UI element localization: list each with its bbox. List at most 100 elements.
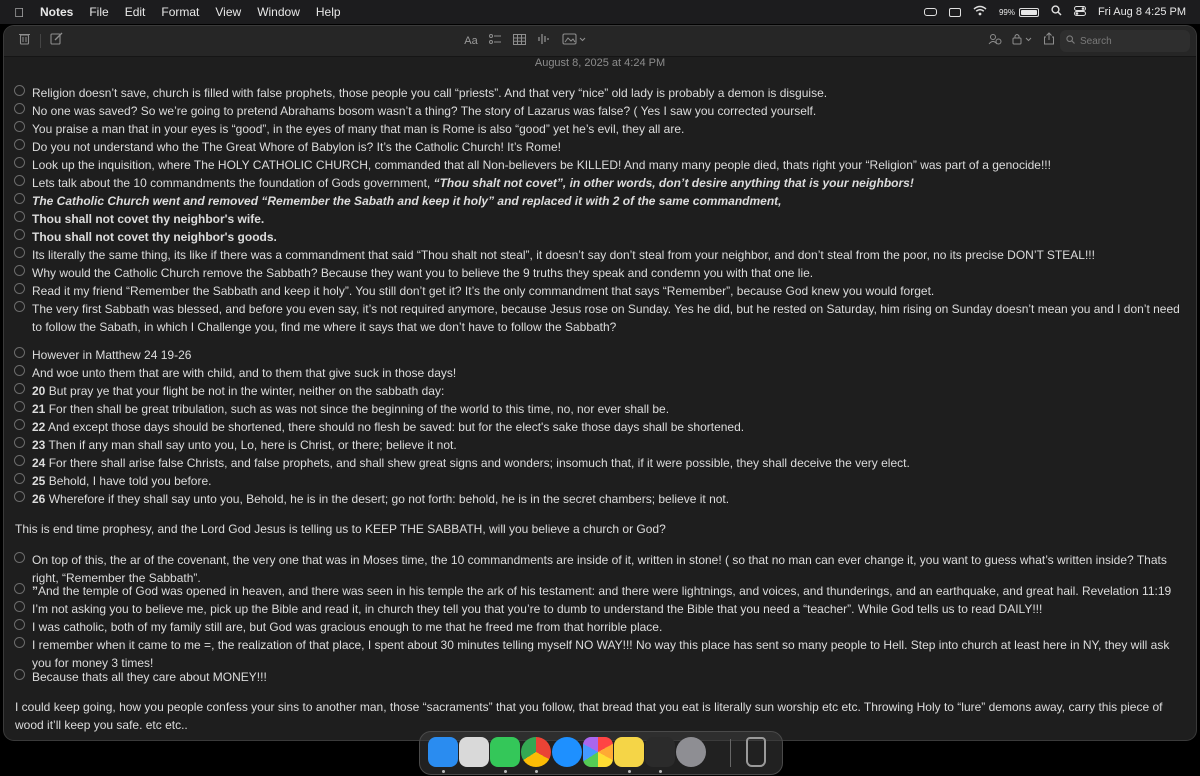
checkbox[interactable]	[14, 229, 25, 240]
checkbox[interactable]	[14, 157, 25, 168]
checklist-item: ”And the temple of God was opened in hea…	[14, 582, 1180, 600]
checkbox[interactable]	[14, 347, 25, 358]
checkbox[interactable]	[14, 401, 25, 412]
search-field[interactable]	[1060, 30, 1190, 52]
checklist-item: The Catholic Church went and removed “Re…	[14, 192, 1180, 210]
lock-icon[interactable]	[1010, 31, 1036, 51]
checklist-item: Its literally the same thing, its like i…	[14, 246, 1180, 264]
format-text-icon[interactable]: Aa	[460, 31, 482, 51]
notes-icon[interactable]	[614, 737, 644, 767]
dock	[419, 731, 783, 775]
checkbox[interactable]	[14, 301, 25, 312]
finder-icon[interactable]	[428, 737, 458, 767]
checkbox[interactable]	[14, 455, 25, 466]
paragraph: This is end time prophesy, and the Lord …	[15, 522, 666, 536]
media-icon[interactable]	[560, 31, 588, 51]
checkbox[interactable]	[14, 552, 25, 563]
checklist-item: 26 Wherefore if they shall say unto you,…	[14, 490, 1180, 508]
checkbox[interactable]	[14, 473, 25, 484]
checklist-item: Do you not understand who the The Great …	[14, 138, 1180, 156]
checklist-icon[interactable]	[485, 31, 505, 51]
checklist-item: Look up the inquisition, where The HOLY …	[14, 156, 1180, 174]
running-indicator	[442, 770, 445, 773]
menu-bar:  Notes File Edit Format View Window Hel…	[0, 0, 1200, 24]
toolbar: Aa	[4, 26, 1196, 57]
system-settings-icon[interactable]	[676, 737, 706, 767]
checklist-item: Why would the Catholic Church remove the…	[14, 264, 1180, 282]
menu-edit[interactable]: Edit	[125, 5, 146, 19]
checkbox[interactable]	[14, 437, 25, 448]
spotlight-icon[interactable]	[1051, 5, 1062, 19]
apple-icon[interactable]: 	[12, 5, 26, 20]
messages-icon[interactable]	[490, 737, 520, 767]
checklist-item: However in Matthew 24 19-26	[14, 346, 1180, 364]
checkbox[interactable]	[14, 383, 25, 394]
audio-icon[interactable]	[534, 31, 554, 51]
checkbox[interactable]	[14, 669, 25, 680]
checklist-item: 21 For then shall be great tribulation, …	[14, 400, 1180, 418]
checklist-item: And woe unto them that are with child, a…	[14, 364, 1180, 382]
search-icon	[1066, 35, 1075, 47]
running-indicator	[504, 770, 507, 773]
trash-icon[interactable]	[14, 31, 34, 51]
checkbox[interactable]	[14, 193, 25, 204]
iphone-mirroring-icon[interactable]	[645, 737, 675, 767]
checkbox[interactable]	[14, 85, 25, 96]
battery-indicator[interactable]: 99%	[998, 7, 1039, 17]
safari-icon[interactable]	[552, 737, 582, 767]
trash-icon[interactable]	[746, 737, 766, 767]
checkbox[interactable]	[14, 211, 25, 222]
menu-app-name[interactable]: Notes	[40, 5, 73, 19]
running-indicator	[535, 770, 538, 773]
checklist-item: 25 Behold, I have told you before.	[14, 472, 1180, 490]
checkbox[interactable]	[14, 365, 25, 376]
menu-format[interactable]: Format	[161, 5, 199, 19]
checklist-item: 22 And except those days should be short…	[14, 418, 1180, 436]
checklist-item: 20 But pray ye that your flight be not i…	[14, 382, 1180, 400]
checkbox[interactable]	[14, 175, 25, 186]
clock[interactable]: Fri Aug 8 4:25 PM	[1098, 6, 1186, 18]
checkbox[interactable]	[14, 601, 25, 612]
checkbox[interactable]	[14, 265, 25, 276]
checklist-item: I was catholic, both of my family still …	[14, 618, 1180, 636]
photos-icon[interactable]	[583, 737, 613, 767]
menu-help[interactable]: Help	[316, 5, 341, 19]
checkbox[interactable]	[14, 491, 25, 502]
status-area: 99% Fri Aug 8 4:25 PM	[923, 0, 1186, 24]
compose-icon[interactable]	[46, 31, 66, 51]
screen-icon[interactable]	[948, 7, 961, 17]
checkbox[interactable]	[14, 637, 25, 648]
checkbox[interactable]	[14, 283, 25, 294]
menu-file[interactable]: File	[89, 5, 108, 19]
paragraph: I could keep going, how you people confe…	[15, 700, 1163, 732]
checklist-item: Religion doesn’t save, church is filled …	[14, 84, 1180, 102]
checkbox[interactable]	[14, 121, 25, 132]
share-icon[interactable]	[1039, 31, 1059, 51]
checklist-item: Lets talk about the 10 commandments the …	[14, 174, 1180, 192]
wifi-icon[interactable]	[973, 5, 987, 19]
checklist-item: Thou shall not covet thy neighbor's wife…	[14, 210, 1180, 228]
collaborate-icon[interactable]	[985, 31, 1005, 51]
dock-separator	[730, 739, 731, 767]
battery-percent: 99%	[998, 7, 1015, 17]
menu-view[interactable]: View	[215, 5, 241, 19]
checklist-item: I remember when it came to me =, the rea…	[14, 636, 1180, 672]
running-indicator	[628, 770, 631, 773]
table-icon[interactable]	[509, 31, 529, 51]
checkbox[interactable]	[14, 583, 25, 594]
chrome-icon[interactable]	[521, 737, 551, 767]
note-date: August 8, 2025 at 4:24 PM	[534, 57, 666, 69]
search-input[interactable]	[1080, 35, 1180, 47]
launchpad-icon[interactable]	[459, 737, 489, 767]
checkbox[interactable]	[14, 103, 25, 114]
checklist-item: Read it my friend “Remember the Sabbath …	[14, 282, 1180, 300]
menu-window[interactable]: Window	[257, 5, 300, 19]
control-center-icon[interactable]	[1073, 5, 1086, 19]
checkbox[interactable]	[14, 247, 25, 258]
checkbox[interactable]	[14, 139, 25, 150]
checklist-item: I’m not asking you to believe me, pick u…	[14, 600, 1180, 618]
checklist-item: Because thats all they care about MONEY!…	[14, 668, 1180, 686]
checkbox[interactable]	[14, 419, 25, 430]
checkbox[interactable]	[14, 619, 25, 630]
mirror-icon[interactable]	[923, 8, 937, 16]
